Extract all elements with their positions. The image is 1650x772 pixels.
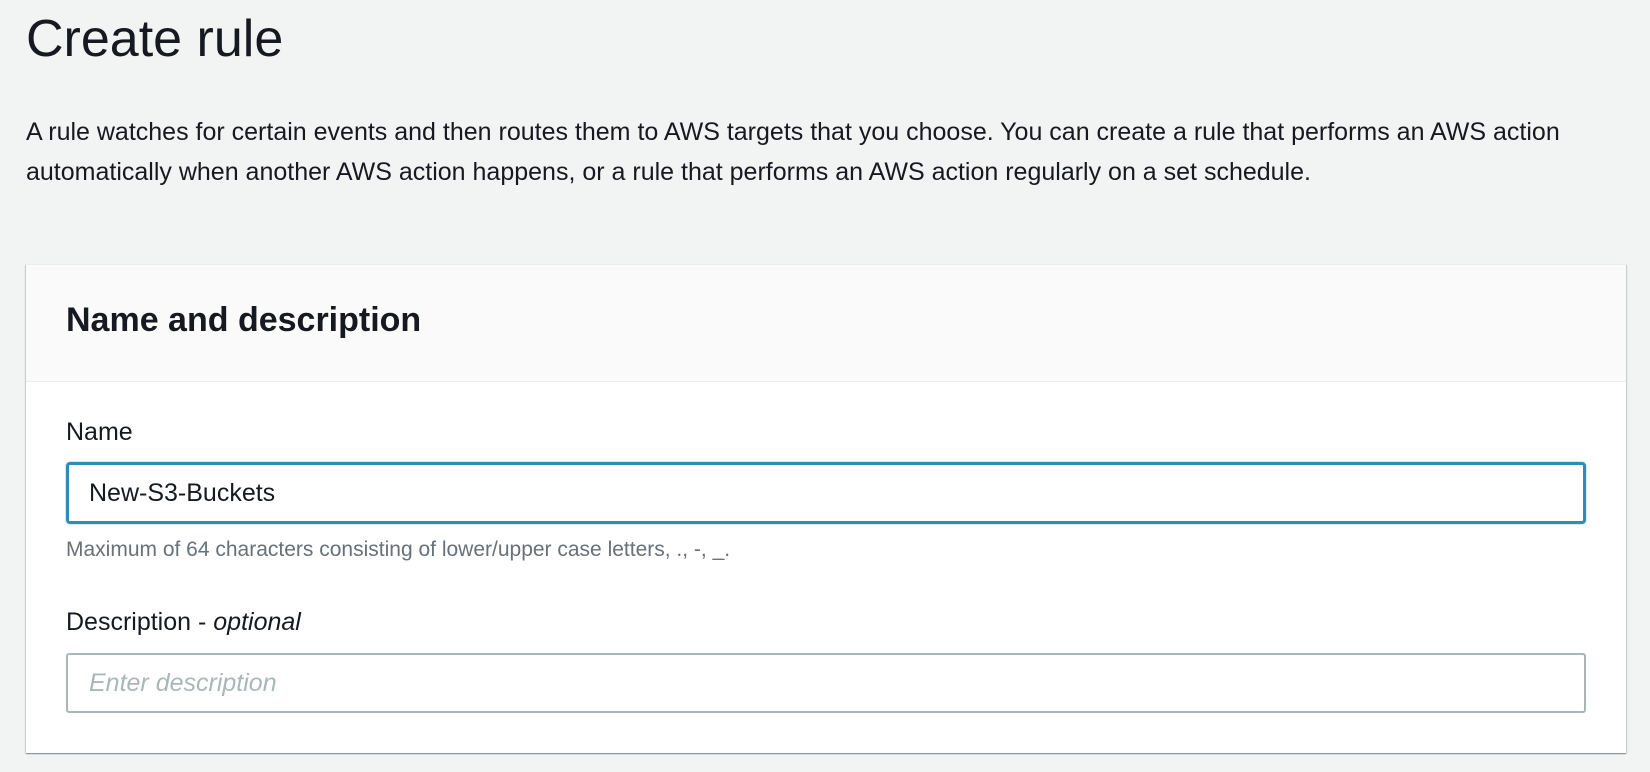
page-description: A rule watches for certain events and th…: [26, 118, 1560, 186]
name-input[interactable]: [66, 462, 1586, 524]
name-and-description-panel: Name and description Name Maximum of 64 …: [26, 264, 1626, 753]
description-label-text: Description -: [66, 608, 214, 636]
name-constraint-hint: Maximum of 64 characters consisting of l…: [66, 538, 731, 561]
panel-header: Name and description: [26, 265, 1626, 382]
panel-title: Name and description: [66, 301, 422, 339]
optional-tag: optional: [213, 608, 301, 636]
page-title: Create rule: [26, 10, 284, 68]
description-label: Description - optional: [66, 607, 301, 637]
description-input[interactable]: [66, 653, 1586, 713]
name-label: Name: [66, 418, 133, 446]
